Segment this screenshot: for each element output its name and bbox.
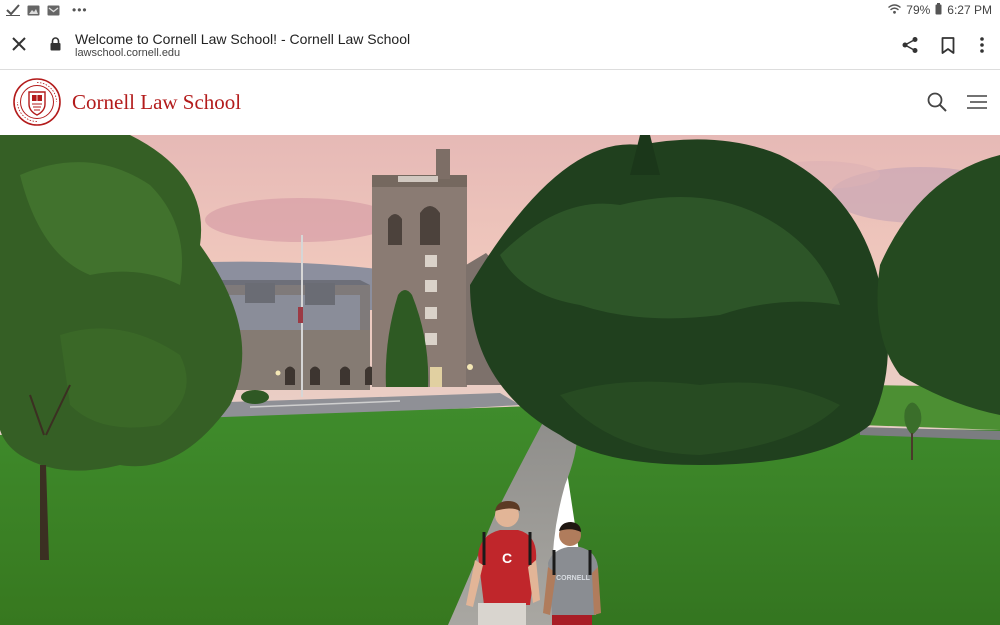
browser-toolbar: Welcome to Cornell Law School! - Cornell… (0, 20, 1000, 70)
cornell-seal-icon[interactable] (13, 78, 61, 126)
site-header: Cornell Law School (0, 70, 1000, 135)
page-title: Welcome to Cornell Law School! - Cornell… (75, 31, 411, 47)
clock: 6:27 PM (947, 3, 992, 17)
battery-icon (935, 2, 942, 18)
more-dots-icon: ••• (72, 3, 88, 17)
site-brand[interactable]: Cornell Law School (72, 90, 241, 115)
close-icon[interactable] (8, 33, 30, 55)
image-icon (26, 4, 40, 16)
lock-icon (50, 37, 62, 51)
shirt2-text: CORNELL (556, 575, 591, 582)
menu-icon[interactable] (964, 90, 990, 114)
hero-video[interactable]: C CORNELL (0, 135, 1000, 625)
search-icon[interactable] (924, 90, 950, 114)
share-icon[interactable] (899, 34, 921, 56)
shirt-letter: C (502, 550, 512, 566)
status-bar: ••• 79% 6:27 PM (0, 0, 1000, 20)
check-icon (6, 4, 20, 16)
more-vert-icon[interactable] (971, 34, 993, 56)
wifi-icon (888, 3, 902, 17)
url-text[interactable]: lawschool.cornell.edu (75, 47, 180, 59)
battery-percent: 79% (906, 3, 931, 17)
bookmark-icon[interactable] (937, 34, 959, 56)
mail-icon (46, 4, 60, 16)
